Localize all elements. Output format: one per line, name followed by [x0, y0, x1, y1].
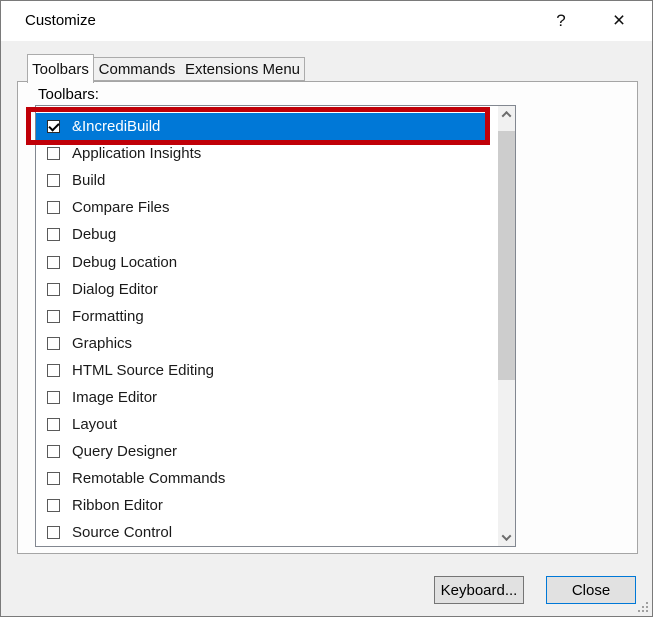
toolbar-checkbox[interactable]: [47, 445, 60, 458]
toolbar-checkbox[interactable]: [47, 174, 60, 187]
scrollbar-thumb[interactable]: [498, 131, 515, 380]
help-button[interactable]: ?: [538, 1, 584, 41]
toolbar-checkbox[interactable]: [47, 283, 60, 296]
toolbar-checkbox[interactable]: [47, 526, 60, 539]
toolbar-checkbox[interactable]: [47, 120, 60, 133]
toolbar-item-label: Graphics: [72, 335, 132, 352]
toolbar-checkbox[interactable]: [47, 418, 60, 431]
scroll-down-button[interactable]: [498, 529, 515, 546]
toolbar-list-item[interactable]: Ribbon Editor: [36, 492, 498, 519]
toolbar-checkbox[interactable]: [47, 310, 60, 323]
toolbars-list: &IncrediBuild Application Insights Build…: [36, 106, 498, 546]
toolbar-item-label: &IncrediBuild: [72, 118, 160, 135]
toolbar-list-item[interactable]: Query Designer: [36, 438, 498, 465]
vertical-scrollbar[interactable]: [498, 106, 515, 546]
chevron-down-icon: [502, 531, 512, 541]
toolbars-tab-page: Toolbars: &IncrediBuild Application Insi…: [17, 81, 638, 554]
title-bar: Customize ? ×: [1, 1, 652, 41]
toolbar-list-item[interactable]: HTML Source Editing: [36, 357, 498, 384]
chevron-up-icon: [502, 111, 512, 121]
toolbar-list-item[interactable]: Compare Files: [36, 194, 498, 221]
toolbar-checkbox[interactable]: [47, 472, 60, 485]
toolbar-item-label: Remotable Commands: [72, 470, 225, 487]
toolbar-item-label: Layout: [72, 416, 117, 433]
toolbar-checkbox[interactable]: [47, 147, 60, 160]
window-title: Customize: [25, 1, 96, 41]
close-button[interactable]: Close: [546, 576, 636, 604]
toolbar-item-label: Dialog Editor: [72, 281, 158, 298]
toolbar-checkbox[interactable]: [47, 364, 60, 377]
toolbar-list-item[interactable]: Application Insights: [36, 140, 498, 167]
toolbar-item-label: Debug Location: [72, 254, 177, 271]
toolbar-list-item[interactable]: &IncrediBuild: [36, 113, 486, 140]
toolbar-list-item[interactable]: Debug: [36, 221, 498, 248]
tab-toolbars[interactable]: Toolbars: [27, 54, 94, 83]
resize-grip[interactable]: [636, 600, 650, 614]
toolbar-item-label: Ribbon Editor: [72, 497, 163, 514]
tab-extensions-menu[interactable]: Extensions Menu: [181, 57, 305, 81]
toolbar-item-label: Formatting: [72, 308, 144, 325]
toolbar-item-label: Build: [72, 172, 105, 189]
toolbar-checkbox[interactable]: [47, 228, 60, 241]
toolbar-list-item[interactable]: Graphics: [36, 330, 498, 357]
help-icon: ?: [556, 11, 565, 31]
close-icon: ×: [613, 9, 625, 33]
toolbar-list-item[interactable]: Remotable Commands: [36, 465, 498, 492]
tab-commands-label: Commands: [99, 61, 176, 78]
toolbar-list-item[interactable]: Dialog Editor: [36, 276, 498, 303]
toolbar-checkbox[interactable]: [47, 499, 60, 512]
close-button-label: Close: [572, 582, 610, 599]
toolbar-list-item[interactable]: Build: [36, 167, 498, 194]
toolbar-item-label: Application Insights: [72, 145, 201, 162]
tab-extensions-menu-label: Extensions Menu: [185, 61, 300, 78]
toolbar-list-item[interactable]: Source Control: [36, 519, 498, 546]
toolbar-list-item[interactable]: Formatting: [36, 303, 498, 330]
tab-commands[interactable]: Commands: [93, 57, 182, 81]
toolbar-checkbox[interactable]: [47, 201, 60, 214]
toolbar-checkbox[interactable]: [47, 256, 60, 269]
toolbar-item-label: Source Control: [72, 524, 172, 541]
toolbars-listbox: &IncrediBuild Application Insights Build…: [35, 105, 516, 547]
toolbar-checkbox[interactable]: [47, 391, 60, 404]
toolbars-list-label: Toolbars:: [38, 86, 99, 103]
customize-dialog: Customize ? × Toolbars Commands Extensio…: [0, 0, 653, 617]
keyboard-button-label: Keyboard...: [441, 582, 518, 599]
toolbar-list-item[interactable]: Image Editor: [36, 384, 498, 411]
toolbar-item-label: HTML Source Editing: [72, 362, 214, 379]
scroll-up-button[interactable]: [498, 106, 515, 123]
toolbar-list-item[interactable]: Debug Location: [36, 248, 498, 275]
toolbar-checkbox[interactable]: [47, 337, 60, 350]
toolbar-item-label: Image Editor: [72, 389, 157, 406]
toolbar-item-label: Compare Files: [72, 199, 170, 216]
window-close-button[interactable]: ×: [596, 1, 642, 41]
toolbar-item-label: Query Designer: [72, 443, 177, 460]
toolbar-list-item[interactable]: Layout: [36, 411, 498, 438]
tab-toolbars-label: Toolbars: [32, 61, 89, 78]
toolbar-item-label: Debug: [72, 226, 116, 243]
keyboard-button[interactable]: Keyboard...: [434, 576, 524, 604]
